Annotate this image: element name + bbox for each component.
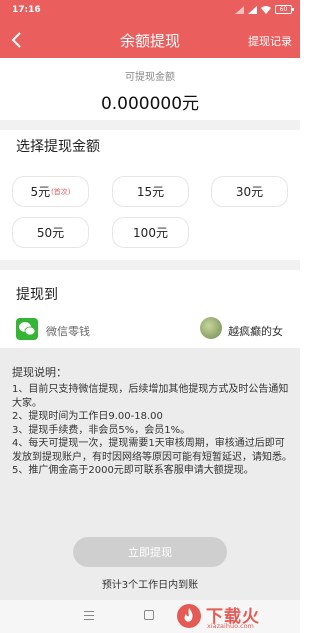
balance-label: 可提现金额 [125,72,175,83]
status-time: 17:16 [12,5,41,15]
instruction-item: 5、推广佣金高于2000元即可联系客服申请大额提现。 [12,465,254,476]
wechat-wallet-label: 微信零钱 [46,325,90,338]
amount-option-label: 30元 [235,185,264,199]
instructions-list: 1、目前只支持微信提现，后续增加其他提现方式及时公告通知大家。 2、提现时间为工… [12,383,292,478]
wechat-icon [16,318,38,340]
header-bar: 余额提现 提现记录 [0,22,300,58]
amount-option-100[interactable]: 100元 [112,217,189,248]
amount-option-label: 50元 [36,226,65,240]
instruction-item: 1、目前只支持微信提现，后续增加其他提现方式及时公告通知大家。 [12,384,289,409]
amount-option-5[interactable]: 5元 (首次) [12,176,89,207]
amount-option-15[interactable]: 15元 [112,176,189,207]
withdraw-method-row[interactable]: 微信零钱 越疯癫的女 [0,314,300,344]
choose-amount-title: 选择提现金额 [16,139,100,155]
instruction-item: 3、提现手续费，非会员5%，会员1%。 [12,424,191,436]
wifi-icon [261,5,271,14]
amount-option-50[interactable]: 50元 [12,217,89,248]
watermark: 下载火 xiazaihuo.com [176,602,294,632]
instruction-item: 4、每天可提现一次，提现需要1天审核周期，审核通过后即可发放到提现账户，有时因网… [12,438,292,463]
section-divider [0,120,300,130]
first-time-badge: (首次) [51,187,71,196]
avatar [200,317,222,339]
menu-icon[interactable] [84,611,94,620]
status-icons: 60 [235,5,294,14]
withdraw-record-link[interactable]: 提现记录 [248,33,292,49]
user-nickname: 越疯癫的女 [228,325,283,338]
section-divider [0,260,300,270]
home-icon[interactable] [144,610,154,620]
amount-option-label: 15元 [136,185,165,199]
arrival-note: 预计3个工作日内到账 [101,580,199,591]
battery-icon: 60 [275,5,294,14]
amount-option-label: 5元 [30,185,51,199]
amount-option-label: 100元 [133,226,168,240]
instructions-title: 提现说明： [12,366,67,379]
balance-value: 0.000000元 [100,94,200,114]
flame-logo-icon [177,604,201,628]
watermark-url: xiazaihuo.com [207,622,254,630]
signal-icon [235,5,244,14]
amount-option-30[interactable]: 30元 [211,176,288,207]
instruction-item: 2、提现时间为工作日9.00-18.00 [12,411,163,422]
withdraw-now-button[interactable]: 立即提现 [73,537,227,567]
status-bar: 17:16 60 [0,0,300,22]
signal-icon-2 [248,5,257,14]
withdraw-to-title: 提现到 [16,287,58,303]
